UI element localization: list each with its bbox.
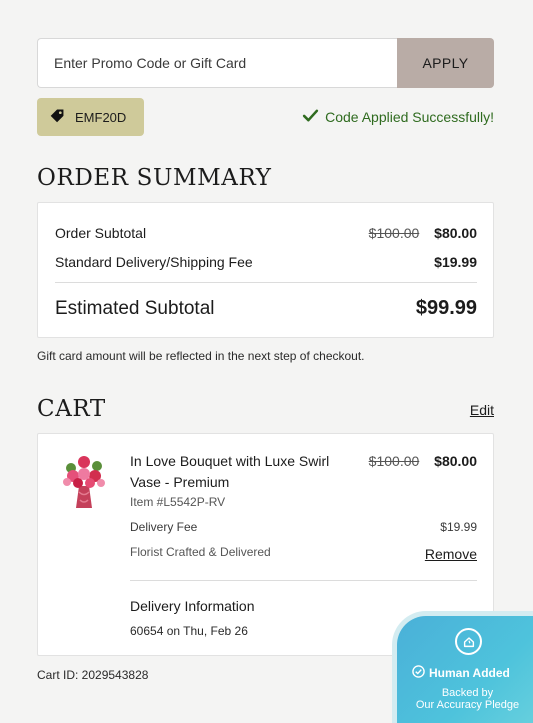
shipping-fee-row: Standard Delivery/Shipping Fee $19.99 bbox=[55, 254, 477, 270]
product-price: $100.00 $80.00 bbox=[369, 453, 477, 469]
cart-divider bbox=[130, 580, 477, 581]
delivery-info-title: Delivery Information bbox=[130, 598, 255, 614]
tag-icon bbox=[49, 107, 66, 127]
product-sku: Item #L5542P-RV bbox=[130, 495, 226, 509]
estimated-subtotal-value: $99.99 bbox=[415, 297, 477, 319]
delivery-fee-value: $19.99 bbox=[440, 520, 477, 534]
delivery-info-detail: 60654 on Thu, Feb 26 bbox=[130, 624, 248, 638]
pledge-title: Human Added bbox=[412, 665, 510, 681]
accuracy-pledge-badge[interactable]: Human Added Backed by Our Accuracy Pledg… bbox=[392, 611, 533, 723]
shipping-fee-value: $19.99 bbox=[434, 254, 477, 270]
product-original-price: $100.00 bbox=[368, 453, 420, 469]
pledge-logo-icon bbox=[455, 628, 482, 655]
applied-code-text: EMF20D bbox=[75, 109, 127, 125]
pledge-line-2: Our Accuracy Pledge bbox=[415, 699, 520, 711]
cart-id: Cart ID: 2029543828 bbox=[37, 668, 149, 682]
shipping-fee-label: Standard Delivery/Shipping Fee bbox=[55, 254, 253, 270]
edit-cart-link[interactable]: Edit bbox=[470, 402, 494, 418]
summary-divider bbox=[55, 282, 477, 283]
order-summary-box: Order Subtotal $100.00 $80.00 Standard D… bbox=[37, 202, 494, 338]
remove-item-link[interactable]: Remove bbox=[425, 546, 477, 562]
product-name[interactable]: In Love Bouquet with Luxe Swirl Vase - P… bbox=[130, 451, 345, 493]
order-summary-heading: ORDER SUMMARY bbox=[37, 165, 272, 191]
estimated-subtotal-label: Estimated Subtotal bbox=[55, 297, 215, 319]
product-sale-price: $80.00 bbox=[434, 453, 477, 469]
check-circle-icon bbox=[412, 665, 425, 681]
product-image[interactable] bbox=[55, 452, 113, 510]
original-subtotal: $100.00 bbox=[368, 225, 420, 241]
fulfillment-text: Florist Crafted & Delivered bbox=[130, 545, 271, 559]
code-applied-text: Code Applied Successfully! bbox=[325, 109, 494, 125]
gift-card-note: Gift card amount will be reflected in th… bbox=[37, 349, 365, 363]
order-subtotal-value: $80.00 bbox=[434, 225, 477, 241]
delivery-fee-label: Delivery Fee bbox=[130, 520, 198, 534]
order-subtotal-row: Order Subtotal $100.00 $80.00 bbox=[55, 225, 477, 241]
estimated-subtotal-row: Estimated Subtotal $99.99 bbox=[55, 297, 477, 320]
order-subtotal-label: Order Subtotal bbox=[55, 225, 147, 241]
pledge-line-1: Backed by bbox=[441, 687, 494, 699]
promo-code-row: APPLY bbox=[37, 38, 494, 88]
checkmark-icon bbox=[302, 107, 319, 127]
pledge-title-text: Human Added bbox=[429, 666, 510, 680]
cart-heading: CART bbox=[37, 396, 106, 422]
applied-code-chip: EMF20D bbox=[37, 98, 144, 136]
apply-button[interactable]: APPLY bbox=[397, 38, 494, 88]
code-applied-message: Code Applied Successfully! bbox=[302, 107, 494, 127]
promo-code-input[interactable] bbox=[37, 38, 397, 88]
